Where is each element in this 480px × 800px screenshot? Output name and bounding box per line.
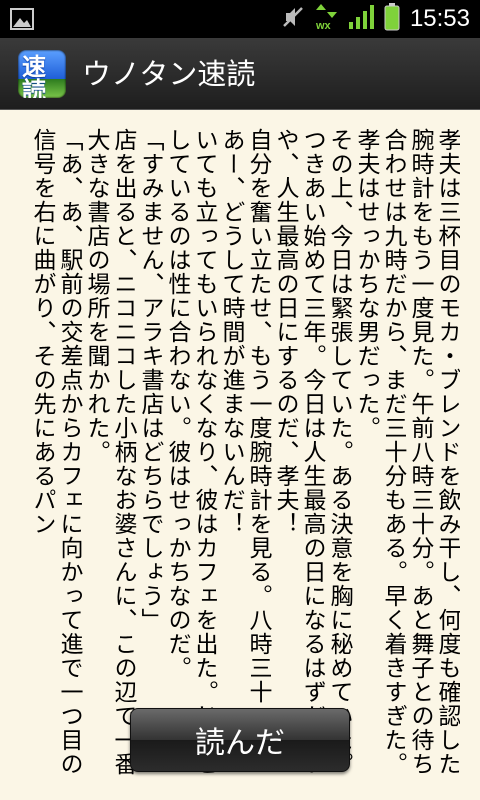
mute-icon: [280, 4, 306, 34]
status-bar: wx 15:53: [0, 0, 480, 38]
clock: 15:53: [409, 5, 470, 32]
title-bar: 速読 ウノタン速読: [0, 38, 480, 110]
app-title: ウノタン速読: [82, 57, 256, 91]
reading-text: 孝夫は三杯目のモカ・ブレンドを飲み干し、何度も確認した腕時計をもう一度見た。午前…: [29, 128, 460, 776]
image-notification-icon: [10, 8, 34, 34]
app-icon: 速読: [18, 50, 66, 98]
signal-icon: [348, 4, 374, 34]
network-type-label: wx: [315, 20, 331, 32]
app-icon-text: 速読: [22, 53, 46, 98]
status-icons: wx 15:53: [280, 3, 470, 35]
data-arrows-icon: wx: [315, 4, 338, 34]
reader-panel: 孝夫は三杯目のモカ・ブレンドを飲み干し、何度も確認した腕時計をもう一度見た。午前…: [0, 110, 480, 800]
battery-icon: [384, 3, 400, 35]
read-done-button[interactable]: 読んだ: [130, 708, 350, 772]
